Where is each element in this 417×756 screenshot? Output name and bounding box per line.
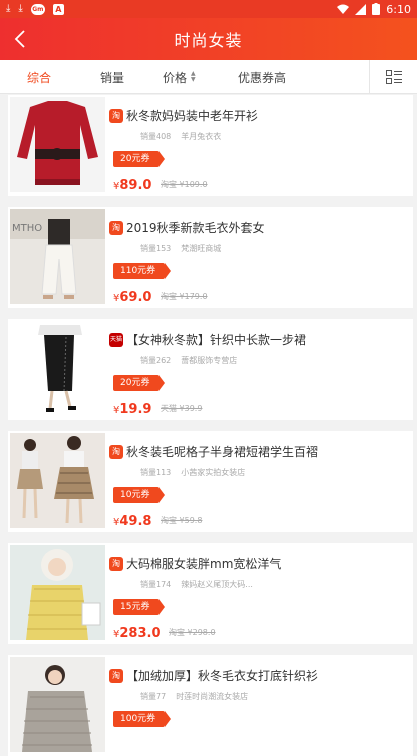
product-image — [10, 97, 105, 192]
coupon-tag[interactable]: 10元券 — [113, 487, 166, 503]
chevron-left-icon — [14, 30, 25, 48]
filter-tab-label: 价格 — [163, 70, 188, 85]
clock: 6:10 — [386, 2, 411, 16]
product-title: 【加绒加厚】秋冬毛衣女打底针织衫 — [126, 669, 319, 683]
notification-icon: A — [52, 3, 64, 15]
coupon-tag[interactable]: 100元券 — [113, 711, 172, 727]
shop-name: 小茜家实拍女装店 — [181, 468, 246, 477]
filter-bar: 综合 销量 价格 ▲ ▼ 优惠券高 — [0, 60, 417, 94]
price: ¥69.0 — [113, 290, 152, 305]
download-icon: ⤓ — [6, 3, 11, 14]
status-bar: ⤓ ⤓ Gm A 6:10 — [0, 0, 417, 18]
shop-name: 羊月兔衣衣 — [181, 132, 222, 141]
original-price: 淘宝 ¥109.0 — [161, 180, 208, 189]
taobao-badge-icon: 淘 — [109, 669, 123, 683]
page-title: 时尚女装 — [174, 31, 243, 50]
back-button[interactable] — [8, 26, 32, 52]
product-card[interactable]: 淘 【加绒加厚】秋冬毛衣女打底针织衫 销量77 时莲时尚潮流女装店 100元券 — [8, 655, 413, 756]
sales-count: 销量153 — [140, 244, 172, 253]
product-card[interactable]: 淘 秋冬款妈妈装中老年开衫 销量408 羊月兔衣衣 20元券 ¥89.0 淘宝 ¥… — [8, 95, 413, 196]
sales-count: 销量262 — [140, 356, 172, 365]
price-value: 49.8 — [119, 514, 152, 529]
product-meta: 销量77 时莲时尚潮流女装店 — [140, 691, 248, 702]
coupon-tag[interactable]: 20元券 — [113, 375, 166, 391]
original-price: 天猫 ¥39.9 — [161, 404, 203, 413]
taobao-badge-icon: 淘 — [109, 109, 123, 123]
product-meta: 销量174 辣妈赵义尾顶大码... — [140, 579, 253, 590]
filter-tab-sales[interactable]: 销量 — [100, 60, 124, 94]
product-card[interactable]: MTHO 淘 2019秋季新款毛衣外套女 销量153 梵潮旺商城 110元券 ¥6… — [8, 207, 413, 308]
product-card[interactable]: 淘 大码棉服女装胖mm宽松洋气 销量174 辣妈赵义尾顶大码... 15元券 ¥2… — [8, 543, 413, 644]
filter-tab-default[interactable]: 综合 — [27, 60, 51, 94]
coupon-tag[interactable]: 110元券 — [113, 263, 172, 279]
sales-count: 销量113 — [140, 468, 172, 477]
filter-tab-label: 销量 — [100, 70, 125, 85]
app-notification-icon: Gm — [30, 3, 45, 15]
app-bar: 时尚女装 — [0, 18, 417, 60]
layout-toggle-button[interactable] — [369, 60, 417, 94]
coupon-tag[interactable]: 15元券 — [113, 599, 166, 615]
product-meta: 销量262 蔷都服饰专营店 — [140, 355, 237, 366]
svg-text:MTHO: MTHO — [12, 223, 42, 234]
shop-name: 时莲时尚潮流女装店 — [176, 692, 249, 701]
product-title: 2019秋季新款毛衣外套女 — [126, 221, 265, 235]
shop-name: 蔷都服饰专营店 — [181, 356, 238, 365]
product-title: 大码棉服女装胖mm宽松洋气 — [126, 557, 282, 571]
sales-count: 销量77 — [140, 692, 167, 701]
price: ¥89.0 — [113, 178, 152, 193]
product-image — [10, 545, 105, 640]
price-value: 89.0 — [119, 178, 152, 193]
tmall-badge-icon: 天猫 — [109, 333, 123, 347]
filter-tab-label: 综合 — [27, 70, 52, 85]
product-image — [10, 321, 105, 416]
sales-count: 销量174 — [140, 580, 172, 589]
product-meta: 销量113 小茜家实拍女装店 — [140, 467, 245, 478]
filter-tab-price[interactable]: 价格 ▲ ▼ — [163, 60, 196, 94]
list-layout-icon — [385, 70, 402, 84]
price: ¥19.9 — [113, 402, 152, 417]
filter-tab-label: 优惠券高 — [238, 70, 287, 85]
battery-icon — [372, 3, 381, 15]
product-image — [10, 657, 105, 752]
shop-name: 辣妈赵义尾顶大码... — [181, 580, 253, 589]
product-card[interactable]: 淘 秋冬装毛呢格子半身裙短裙学生百褶 销量113 小茜家实拍女装店 10元券 ¥4… — [8, 431, 413, 532]
original-price: 淘宝 ¥59.8 — [161, 516, 203, 525]
price: ¥49.8 — [113, 514, 152, 529]
shop-name: 梵潮旺商城 — [181, 244, 222, 253]
product-meta: 销量408 羊月兔衣衣 — [140, 131, 221, 142]
download-icon: ⤓ — [18, 3, 23, 14]
product-image — [10, 433, 105, 528]
signal-icon — [355, 3, 367, 15]
product-image: MTHO — [10, 209, 105, 304]
wifi-icon — [337, 4, 350, 14]
sort-arrows-icon: ▲ ▼ — [191, 70, 196, 83]
product-card[interactable]: 天猫 【女神秋冬款】针织中长款一步裙 销量262 蔷都服饰专营店 20元券 ¥19… — [8, 319, 413, 420]
price: ¥283.0 — [113, 626, 161, 641]
taobao-badge-icon: 淘 — [109, 221, 123, 235]
product-title: 秋冬款妈妈装中老年开衫 — [126, 109, 259, 123]
price-value: 19.9 — [119, 402, 152, 417]
product-title: 秋冬装毛呢格子半身裙短裙学生百褶 — [126, 445, 319, 459]
filter-tab-coupon[interactable]: 优惠券高 — [238, 60, 286, 94]
price-value: 69.0 — [119, 290, 152, 305]
taobao-badge-icon: 淘 — [109, 445, 123, 459]
original-price: 淘宝 ¥179.0 — [161, 292, 208, 301]
taobao-badge-icon: 淘 — [109, 557, 123, 571]
price-value: 283.0 — [119, 626, 161, 641]
original-price: 淘宝 ¥298.0 — [169, 628, 216, 637]
sales-count: 销量408 — [140, 132, 172, 141]
product-title: 【女神秋冬款】针织中长款一步裙 — [126, 333, 307, 347]
coupon-tag[interactable]: 20元券 — [113, 151, 166, 167]
product-meta: 销量153 梵潮旺商城 — [140, 243, 221, 254]
